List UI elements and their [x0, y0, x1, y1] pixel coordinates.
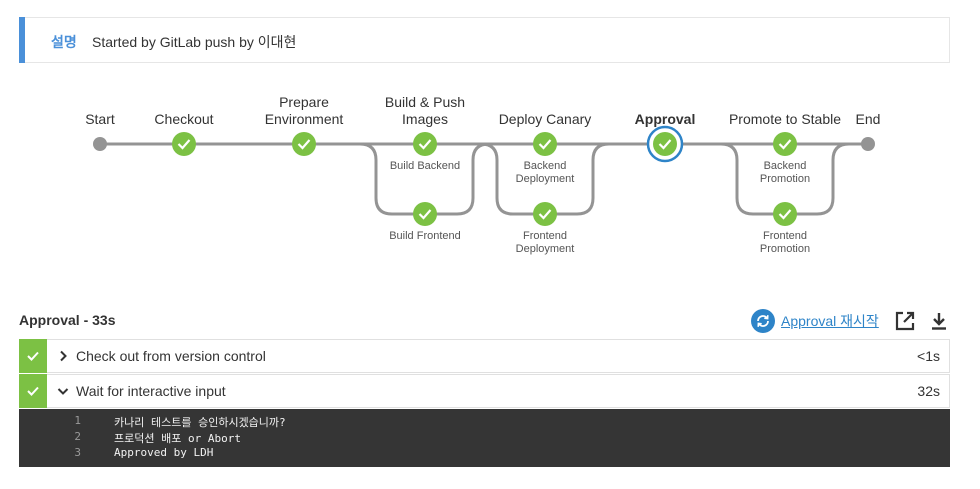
start-node — [93, 137, 107, 151]
prepare-node[interactable] — [292, 132, 316, 156]
pipeline-connectors — [100, 142, 868, 216]
branch-label: Deployment — [516, 173, 575, 185]
branch-label: Frontend — [523, 230, 567, 242]
stage-title: Promote to Stable — [729, 111, 841, 127]
build-branch-node[interactable] — [413, 202, 437, 226]
success-dot — [653, 132, 677, 156]
branch-label: Build Backend — [390, 160, 460, 172]
branch-label: Promotion — [760, 173, 810, 185]
check-icon — [27, 386, 39, 396]
console-text: 카나리 테스트를 승인하시겠습니까? — [114, 416, 286, 429]
end-node — [861, 137, 875, 151]
success-dot — [292, 132, 316, 156]
step-success-status — [19, 339, 47, 373]
line-number: 3 — [74, 446, 81, 459]
console-text: 프로덕션 배포 or Abort — [114, 432, 241, 445]
stage-title: Start — [85, 111, 115, 127]
step-row-wait-input[interactable]: Wait for interactive input 32s — [19, 374, 950, 408]
console-output: 1 카나리 테스트를 승인하시겠습니까? 2 프로덕션 배포 or Abort … — [19, 409, 950, 467]
branch-label: Backend — [524, 160, 567, 172]
stage-title: Images — [402, 111, 448, 127]
console-text: Approved by LDH — [114, 446, 214, 459]
success-dot — [413, 202, 437, 226]
deploy-node[interactable] — [533, 132, 557, 156]
build-node[interactable] — [413, 132, 437, 156]
stage-detail-header: Approval - 33s — [19, 312, 116, 328]
external-link-icon[interactable] — [894, 310, 916, 332]
step-success-status — [19, 374, 47, 408]
step-label: Check out from version control — [76, 348, 266, 364]
checkout-node[interactable] — [172, 132, 196, 156]
promote-node[interactable] — [773, 132, 797, 156]
stage-title: Checkout — [154, 111, 213, 127]
restart-stage-link[interactable]: Approval 재시작 — [781, 311, 879, 331]
branch-label: Promotion — [760, 243, 810, 255]
step-duration: 32s — [917, 383, 940, 399]
branch-label: Frontend — [763, 230, 807, 242]
success-dot — [413, 132, 437, 156]
pipeline-graph: Start Checkout PrepareEnvironment Build & P… — [85, 94, 881, 255]
stage-title: Prepare — [279, 94, 329, 110]
step-duration: <1s — [917, 348, 940, 364]
stage-title: Approval — [635, 111, 696, 127]
promote-branch-node[interactable] — [773, 202, 797, 226]
download-icon[interactable] — [928, 310, 950, 332]
stage-title: Deploy Canary — [499, 111, 592, 127]
step-row-checkout[interactable]: Check out from version control <1s — [19, 339, 950, 373]
restart-stage-button[interactable]: Approval 재시작 — [751, 309, 879, 333]
stage-title: Environment — [265, 111, 344, 127]
branch-label: Deployment — [516, 243, 575, 255]
success-dot — [533, 202, 557, 226]
chevron-right-icon[interactable] — [56, 349, 70, 363]
stage-title: End — [856, 111, 881, 127]
restart-icon — [751, 309, 775, 333]
chevron-down-icon[interactable] — [56, 384, 70, 398]
stage-title: Build & Push — [385, 94, 465, 110]
approval-node[interactable] — [646, 125, 684, 163]
check-icon — [27, 351, 39, 361]
success-dot — [773, 132, 797, 156]
success-dot — [773, 202, 797, 226]
line-number: 2 — [74, 430, 81, 443]
branch-label: Build Frontend — [389, 230, 461, 242]
step-label: Wait for interactive input — [76, 383, 226, 399]
deploy-branch-node[interactable] — [533, 202, 557, 226]
success-dot — [172, 132, 196, 156]
success-dot — [533, 132, 557, 156]
line-number: 1 — [74, 414, 81, 427]
branch-label: Backend — [764, 160, 807, 172]
